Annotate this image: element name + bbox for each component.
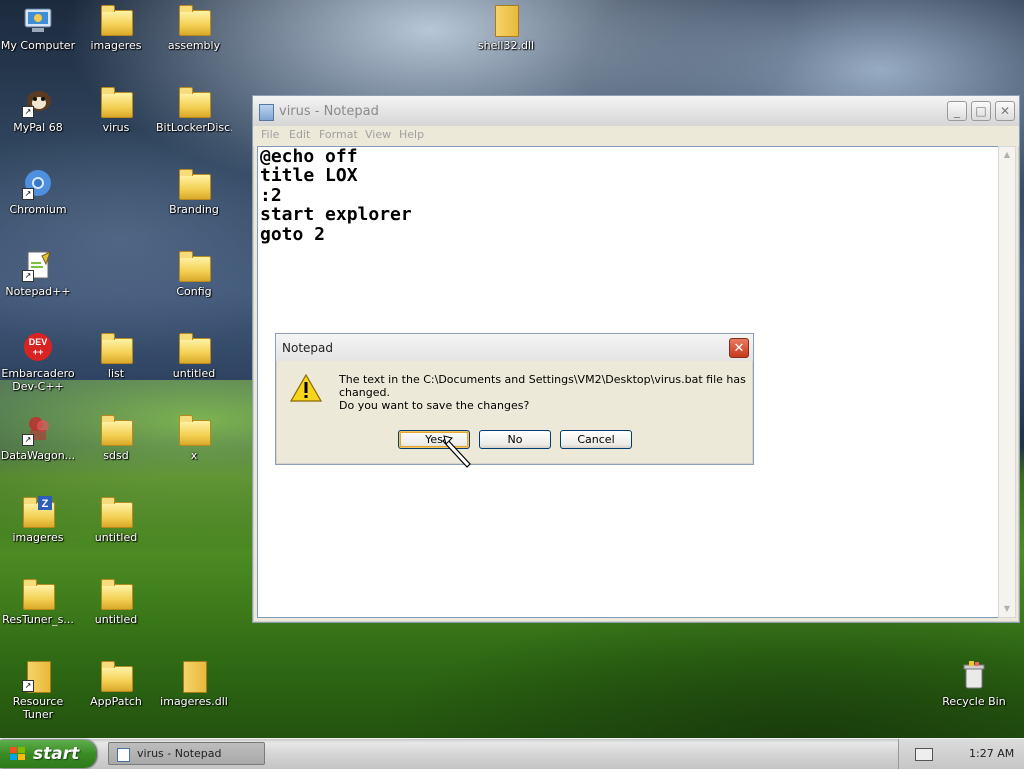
shortcut-arrow-icon: ↗	[22, 188, 34, 200]
desktop-icon-chromium[interactable]: ↗ Chromium	[0, 168, 76, 216]
dialog-message: The text in the C:\Documents and Setting…	[339, 373, 746, 399]
desktop-icon-recycle-bin[interactable]: Recycle Bin	[936, 660, 1012, 708]
desktop-icon-config[interactable]: Config	[156, 250, 232, 298]
my-computer-icon	[22, 4, 54, 36]
folder-icon	[178, 414, 211, 446]
menu-format[interactable]: Format	[319, 128, 358, 141]
hand-cursor-icon	[440, 432, 476, 472]
menu-file[interactable]: File	[261, 128, 279, 141]
start-button[interactable]: start	[0, 740, 96, 768]
notepad-title-bar[interactable]: virus - Notepad _ □ ✕	[253, 96, 1019, 126]
taskbar-item-label: virus - Notepad	[137, 747, 222, 760]
warning-icon	[289, 373, 323, 402]
shortcut-arrow-icon: ↗	[22, 106, 34, 118]
desktop-icon-untitled-1[interactable]: untitled	[156, 332, 232, 380]
windows-logo-icon	[10, 747, 25, 760]
desktop-icon-shell32-dll[interactable]: shell32.dll	[468, 4, 544, 52]
desktop-icon-untitled-3[interactable]: untitled	[78, 578, 154, 626]
taskbar-item-notepad[interactable]: virus - Notepad	[108, 742, 265, 765]
folder-icon	[178, 168, 211, 200]
desktop-icon-list[interactable]: list	[78, 332, 154, 380]
folder-icon	[100, 86, 133, 118]
folder-icon: Z	[22, 496, 55, 528]
desktop-icon-virus[interactable]: virus	[78, 86, 154, 134]
desktop-icon-apppatch[interactable]: AppPatch	[78, 660, 154, 708]
desktop-icon-untitled-2[interactable]: untitled	[78, 496, 154, 544]
dev-cpp-icon: DEV ++	[22, 332, 54, 364]
folder-icon	[100, 414, 133, 446]
folder-icon	[100, 578, 133, 610]
clock[interactable]: 1:27 AM	[969, 747, 1014, 760]
maximize-button[interactable]: □	[971, 101, 991, 121]
folder-icon	[100, 332, 133, 364]
start-label: start	[33, 744, 80, 764]
resource-tuner-icon: ↗	[22, 660, 54, 693]
shortcut-arrow-icon: ↗	[22, 680, 34, 692]
svg-text:Z: Z	[42, 498, 49, 510]
vertical-scrollbar[interactable]: ▲ ▼	[998, 146, 1016, 618]
folder-icon	[22, 578, 55, 610]
desktop-icon-sdsd[interactable]: sdsd	[78, 414, 154, 462]
notepad-app-icon	[259, 104, 274, 121]
taskbar: start virus - Notepad 1:27 AM	[0, 738, 1024, 769]
folder-icon	[178, 332, 211, 364]
notepad-menu-bar: File Edit Format View Help	[253, 126, 1019, 146]
dialog-question: Do you want to save the changes?	[339, 399, 530, 412]
minimize-button[interactable]: _	[947, 101, 967, 121]
file-icon	[490, 4, 522, 37]
desktop-icon-x[interactable]: x	[156, 414, 232, 462]
notepad-title: virus - Notepad	[279, 104, 379, 119]
dialog-title-bar[interactable]: Notepad ✕	[276, 334, 753, 361]
save-changes-dialog[interactable]: Notepad ✕ The text in the C:\Documents a…	[275, 333, 754, 465]
folder-icon	[100, 660, 133, 692]
close-button[interactable]: ✕	[995, 101, 1015, 121]
desktop-icon-branding[interactable]: Branding	[156, 168, 232, 216]
dialog-title: Notepad	[282, 341, 333, 355]
recycle-bin-icon	[958, 660, 990, 692]
svg-text:DEV: DEV	[29, 337, 48, 347]
desktop-icon-restuner[interactable]: ResTuner_s...	[0, 578, 76, 626]
folder-icon	[178, 250, 211, 282]
svg-text:++: ++	[33, 347, 44, 357]
desktop-icon-assembly[interactable]: assembly	[156, 4, 232, 52]
system-tray: 1:27 AM	[898, 739, 1024, 769]
desktop-icon-dev-cpp[interactable]: DEV ++ Embarcadero Dev-C++	[0, 332, 76, 393]
menu-help[interactable]: Help	[399, 128, 424, 141]
menu-edit[interactable]: Edit	[289, 128, 310, 141]
desktop-icon-imageres-dll[interactable]: imageres.dll	[156, 660, 232, 708]
file-icon	[178, 660, 210, 693]
folder-icon	[100, 496, 133, 528]
notepad-app-icon	[117, 748, 130, 762]
no-button[interactable]: No	[479, 430, 551, 449]
desktop-icon-bitlocker[interactable]: BitLockerDisc...	[156, 86, 232, 134]
cancel-button[interactable]: Cancel	[560, 430, 632, 449]
folder-icon	[178, 86, 211, 118]
shortcut-arrow-icon: ↗	[22, 270, 34, 282]
chromium-icon: ↗	[22, 168, 54, 200]
desktop-icon-imageres-2[interactable]: Z imageres	[0, 496, 76, 544]
desktop-icon-imageres[interactable]: imageres	[78, 4, 154, 52]
desktop-icon-notepad-plus-plus[interactable]: ↗ Notepad++	[0, 250, 76, 298]
mypal-browser-icon: ↗	[22, 86, 54, 118]
desktop-icon-datawagon[interactable]: ↗ DataWagon...	[0, 414, 76, 462]
keyboard-icon[interactable]	[915, 748, 933, 761]
datawagon-icon: ↗	[22, 414, 54, 446]
menu-view[interactable]: View	[365, 128, 391, 141]
desktop-icon-resource-tuner[interactable]: ↗ Resource Tuner	[0, 660, 76, 721]
folder-icon	[100, 4, 133, 36]
desktop-icon-my-computer[interactable]: My Computer	[0, 4, 76, 52]
scroll-down-icon[interactable]: ▼	[999, 601, 1015, 617]
shortcut-arrow-icon: ↗	[22, 434, 34, 446]
notepad-plus-plus-icon: ↗	[22, 250, 54, 282]
desktop-icon-mypal[interactable]: ↗ MyPal 68	[0, 86, 76, 134]
notepad-content: @echo off title LOX :2 start explorer go…	[260, 146, 412, 245]
folder-icon	[178, 4, 211, 36]
dialog-close-button[interactable]: ✕	[729, 338, 749, 358]
scroll-up-icon[interactable]: ▲	[999, 147, 1015, 163]
